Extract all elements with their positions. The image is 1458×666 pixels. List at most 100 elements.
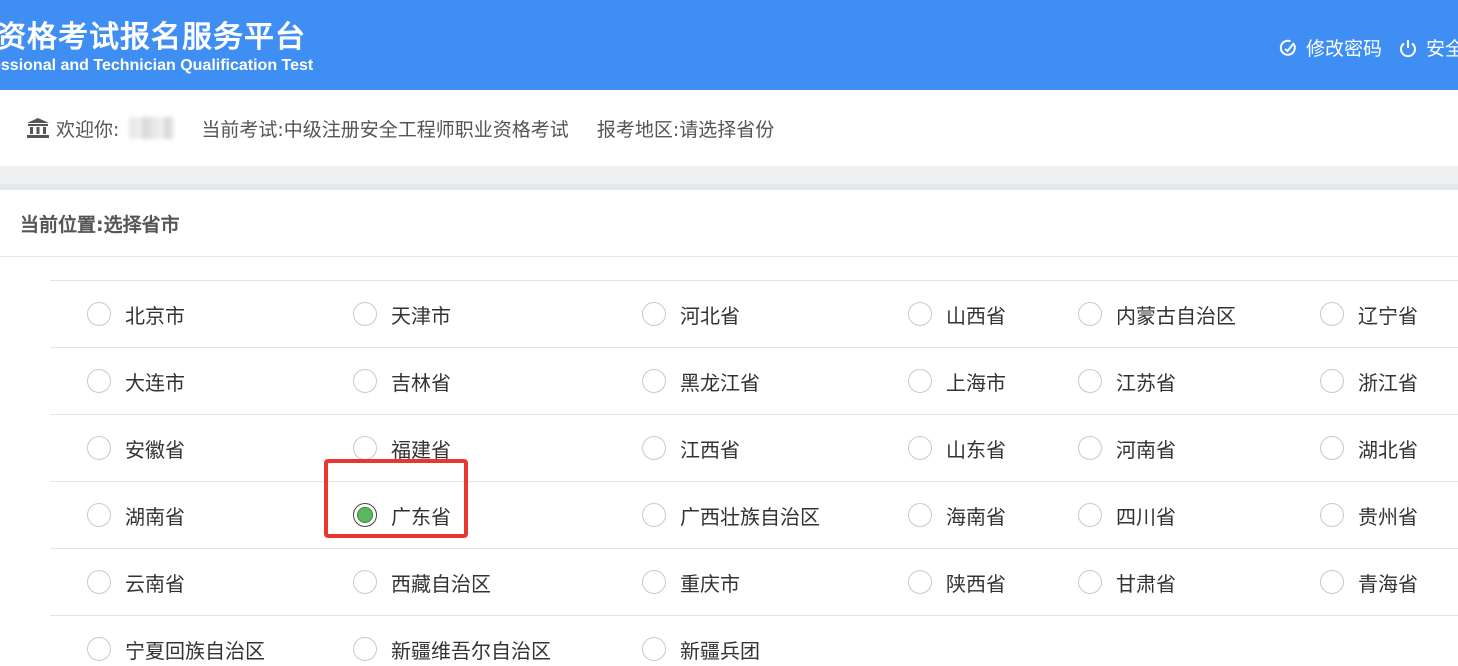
province-option[interactable]: 河南省 xyxy=(1078,415,1176,481)
blurred-username xyxy=(129,117,174,139)
province-radio[interactable] xyxy=(642,436,666,460)
province-option[interactable]: 海南省 xyxy=(908,482,1006,548)
province-radio[interactable] xyxy=(1078,436,1102,460)
province-radio[interactable] xyxy=(1078,302,1102,326)
province-option[interactable]: 天津市 xyxy=(353,281,451,347)
province-radio[interactable] xyxy=(87,436,111,460)
province-option[interactable]: 贵州省 xyxy=(1320,482,1418,548)
welcome-label: 欢迎你: xyxy=(56,118,120,141)
province-label: 贵州省 xyxy=(1358,504,1418,529)
province-radio[interactable] xyxy=(642,503,666,527)
province-radio[interactable] xyxy=(87,570,111,594)
province-radio[interactable] xyxy=(1320,302,1344,326)
province-radio[interactable] xyxy=(1078,503,1102,527)
province-option[interactable]: 新疆兵团 xyxy=(642,616,760,666)
province-radio[interactable] xyxy=(642,570,666,594)
province-radio[interactable] xyxy=(908,503,932,527)
province-radio[interactable] xyxy=(908,369,932,393)
province-option[interactable]: 湖南省 xyxy=(87,482,185,548)
province-label: 广西壮族自治区 xyxy=(680,504,820,529)
province-option[interactable]: 安徽省 xyxy=(87,415,185,481)
province-radio[interactable] xyxy=(353,436,377,460)
province-option[interactable]: 云南省 xyxy=(87,549,185,615)
province-option[interactable]: 青海省 xyxy=(1320,549,1418,615)
province-option[interactable]: 广东省 xyxy=(353,482,451,548)
province-label: 云南省 xyxy=(125,571,185,596)
province-option[interactable]: 辽宁省 xyxy=(1320,281,1418,347)
province-radio[interactable] xyxy=(642,637,666,661)
header-actions: 修改密码 安全 xyxy=(1278,34,1458,61)
province-option[interactable]: 陕西省 xyxy=(908,549,1006,615)
province-radio[interactable] xyxy=(1078,369,1102,393)
province-option[interactable]: 吉林省 xyxy=(353,348,451,414)
province-option[interactable]: 四川省 xyxy=(1078,482,1176,548)
province-option[interactable]: 新疆维吾尔自治区 xyxy=(353,616,551,666)
province-option[interactable]: 黑龙江省 xyxy=(642,348,760,414)
province-radio[interactable] xyxy=(353,637,377,661)
province-option[interactable]: 江苏省 xyxy=(1078,348,1176,414)
province-option[interactable]: 内蒙古自治区 xyxy=(1078,281,1236,347)
province-label: 浙江省 xyxy=(1358,370,1418,395)
province-radio[interactable] xyxy=(353,570,377,594)
change-password-label: 修改密码 xyxy=(1306,38,1383,60)
province-label: 辽宁省 xyxy=(1358,303,1418,328)
province-radio[interactable] xyxy=(353,369,377,393)
change-password-link[interactable]: 修改密码 xyxy=(1278,34,1382,61)
province-label: 安徽省 xyxy=(125,437,185,462)
province-radio[interactable] xyxy=(87,637,111,661)
province-radio[interactable] xyxy=(1320,570,1344,594)
province-row: 湖南省 广东省 广西壮族自治区 海南省 四川省 贵州省 xyxy=(50,481,1458,548)
province-radio[interactable] xyxy=(908,302,932,326)
province-option[interactable]: 宁夏回族自治区 xyxy=(87,616,265,666)
province-option[interactable]: 重庆市 xyxy=(642,549,740,615)
province-row: 大连市 吉林省 黑龙江省 上海市 江苏省 浙江省 xyxy=(50,347,1458,414)
province-option[interactable]: 山东省 xyxy=(908,415,1006,481)
province-radio[interactable] xyxy=(908,436,932,460)
province-option[interactable]: 北京市 xyxy=(87,281,185,347)
province-option[interactable]: 大连市 xyxy=(87,348,185,414)
province-option[interactable]: 山西省 xyxy=(908,281,1006,347)
province-option[interactable]: 甘肃省 xyxy=(1078,549,1176,615)
province-option[interactable]: 福建省 xyxy=(353,415,451,481)
province-label: 新疆兵团 xyxy=(680,638,760,663)
province-label: 广东省 xyxy=(391,504,451,529)
province-row: 北京市 天津市 河北省 山西省 内蒙古自治区 辽宁省 xyxy=(50,280,1458,347)
province-radio[interactable] xyxy=(642,302,666,326)
province-option[interactable]: 江西省 xyxy=(642,415,740,481)
section-separator xyxy=(0,166,1458,190)
logout-link[interactable]: 安全 xyxy=(1398,34,1458,61)
province-option[interactable]: 湖北省 xyxy=(1320,415,1418,481)
province-radio[interactable] xyxy=(908,570,932,594)
province-option[interactable]: 西藏自治区 xyxy=(353,549,491,615)
breadcrumb-divider xyxy=(0,256,1458,257)
logout-label: 安全 xyxy=(1426,38,1458,60)
province-label: 海南省 xyxy=(946,504,1006,529)
province-radio[interactable] xyxy=(1078,570,1102,594)
province-radio[interactable] xyxy=(87,369,111,393)
province-radio[interactable] xyxy=(87,503,111,527)
province-radio[interactable] xyxy=(1320,369,1344,393)
province-option[interactable]: 河北省 xyxy=(642,281,740,347)
province-label: 河北省 xyxy=(680,303,740,328)
power-icon xyxy=(1400,39,1416,57)
province-radio[interactable] xyxy=(87,302,111,326)
province-row: 宁夏回族自治区 新疆维吾尔自治区 新疆兵团 xyxy=(50,615,1458,666)
province-label: 四川省 xyxy=(1116,504,1176,529)
province-label: 北京市 xyxy=(125,303,185,328)
province-radio[interactable] xyxy=(642,369,666,393)
province-radio[interactable] xyxy=(1320,503,1344,527)
current-exam: 当前考试:中级注册安全工程师职业资格考试 xyxy=(201,118,569,141)
province-option[interactable]: 浙江省 xyxy=(1320,348,1418,414)
province-label: 江苏省 xyxy=(1116,370,1176,395)
province-radio[interactable] xyxy=(353,302,377,326)
breadcrumb: 当前位置:选择省市 xyxy=(20,214,180,236)
top-header: 资格考试报名服务平台 essional and Technician Quali… xyxy=(0,0,1458,90)
province-radio[interactable] xyxy=(1320,436,1344,460)
province-label: 新疆维吾尔自治区 xyxy=(391,638,551,663)
platform-title: 资格考试报名服务平台 xyxy=(0,20,306,55)
province-label: 大连市 xyxy=(125,370,185,395)
province-label: 山东省 xyxy=(946,437,1006,462)
province-radio[interactable] xyxy=(353,503,377,527)
province-option[interactable]: 广西壮族自治区 xyxy=(642,482,820,548)
province-option[interactable]: 上海市 xyxy=(908,348,1006,414)
